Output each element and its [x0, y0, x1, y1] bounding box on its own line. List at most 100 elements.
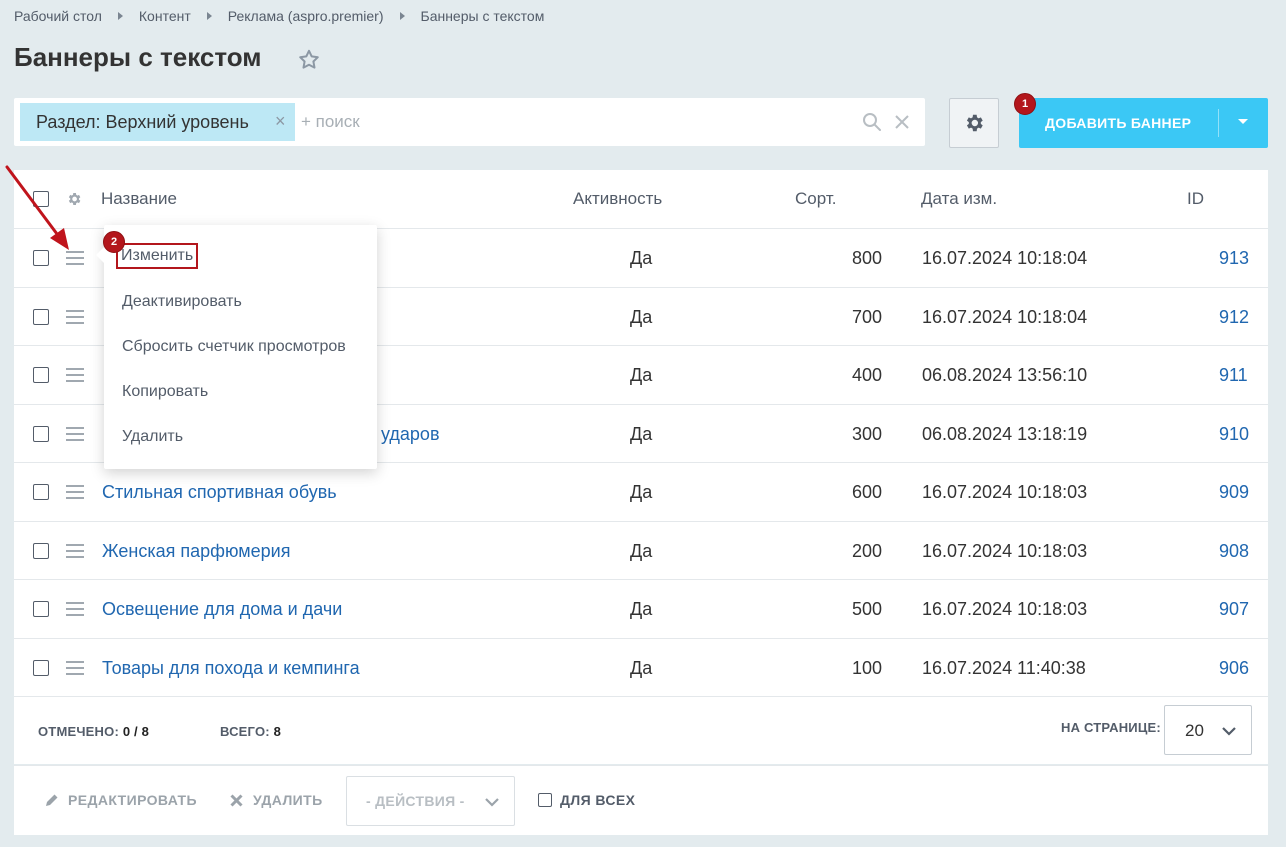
- row-checkbox[interactable]: [33, 601, 49, 617]
- row-id[interactable]: 909: [1219, 482, 1249, 503]
- row-sort: 600: [852, 482, 883, 502]
- breadcrumb-separator-icon: [117, 12, 123, 20]
- action-bar: РЕДАКТИРОВАТЬ УДАЛИТЬ - ДЕЙСТВИЯ - ДЛЯ В…: [14, 765, 1268, 835]
- search-input[interactable]: [301, 110, 841, 134]
- pencil-icon: [46, 794, 58, 806]
- row-name[interactable]: Товары для похода и кемпинга: [102, 658, 360, 679]
- table-row[interactable]: Товары для похода и кемпинга Да 100 16.0…: [14, 639, 1268, 697]
- chevron-down-icon[interactable]: [1238, 119, 1248, 124]
- breadcrumb-item-desktop[interactable]: Рабочий стол: [14, 8, 102, 24]
- edit-action-button[interactable]: РЕДАКТИРОВАТЬ: [45, 792, 197, 808]
- table-row[interactable]: Женская парфюмерия Да 200 16.07.2024 10:…: [14, 522, 1268, 580]
- row-name[interactable]: Женская парфюмерия: [102, 541, 290, 562]
- row-date: 16.07.2024 10:18:04: [922, 306, 1088, 327]
- close-icon: [230, 793, 243, 807]
- breadcrumb-item-content[interactable]: Контент: [139, 8, 191, 24]
- column-header-active[interactable]: Активность: [573, 189, 662, 209]
- row-name[interactable]: Освещение для дома и дачи: [102, 599, 342, 620]
- menu-item-copy[interactable]: Копировать: [122, 383, 208, 401]
- add-banner-label: ДОБАВИТЬ БАННЕР: [1045, 115, 1192, 131]
- chevron-down-icon: [485, 798, 499, 807]
- row-menu-icon[interactable]: [66, 426, 84, 441]
- row-date: 16.07.2024 10:18:04: [922, 248, 1088, 268]
- step-badge-2: 2: [103, 231, 125, 253]
- filter-bar: Раздел: Верхний уровень ×: [14, 98, 925, 146]
- filter-tag[interactable]: Раздел: Верхний уровень: [20, 103, 295, 141]
- actions-select-value: - ДЕЙСТВИЯ -: [366, 793, 465, 809]
- for-all-label: ДЛЯ ВСЕХ: [560, 792, 636, 808]
- row-checkbox[interactable]: [33, 367, 49, 383]
- menu-item-reset-counter[interactable]: Сбросить счетчик просмотров: [122, 338, 346, 356]
- per-page-value: 20: [1185, 721, 1204, 740]
- step-badge-1: 1: [1014, 93, 1036, 115]
- menu-item-edit[interactable]: Изменить: [116, 243, 199, 269]
- row-id[interactable]: 910: [1219, 424, 1249, 445]
- breadcrumb-separator-icon: [399, 12, 405, 20]
- actions-select[interactable]: - ДЕЙСТВИЯ -: [346, 776, 515, 826]
- column-header-sort[interactable]: Сорт.: [795, 189, 836, 209]
- row-id[interactable]: 908: [1219, 541, 1249, 562]
- column-header-date[interactable]: Дата изм.: [921, 189, 997, 209]
- row-checkbox[interactable]: [33, 659, 49, 676]
- row-name[interactable]: Стильная спортивная обувь: [102, 482, 337, 503]
- annotation-arrow-icon: [5, 165, 69, 250]
- settings-button[interactable]: [949, 98, 999, 148]
- add-banner-button[interactable]: ДОБАВИТЬ БАННЕР: [1019, 98, 1268, 148]
- menu-item-delete[interactable]: Удалить: [122, 428, 183, 446]
- breadcrumb-item-ads[interactable]: Реклама (aspro.premier): [228, 8, 384, 24]
- row-name[interactable]: ударов: [381, 424, 440, 445]
- row-active: Да: [630, 599, 653, 619]
- search-icon[interactable]: [862, 112, 882, 132]
- edit-action-label: РЕДАКТИРОВАТЬ: [68, 792, 197, 808]
- row-active: Да: [630, 365, 653, 385]
- row-menu-icon[interactable]: [66, 485, 84, 499]
- row-id[interactable]: 911: [1219, 365, 1248, 386]
- table-row[interactable]: Стильная спортивная обувь Да 600 16.07.2…: [14, 463, 1268, 522]
- clear-icon[interactable]: [894, 114, 910, 130]
- for-all-checkbox[interactable]: [538, 793, 552, 807]
- row-active: Да: [630, 423, 653, 444]
- table-row[interactable]: Освещение для дома и дачи Да 500 16.07.2…: [14, 580, 1268, 639]
- row-id[interactable]: 913: [1219, 248, 1249, 269]
- row-menu-icon[interactable]: [66, 602, 84, 616]
- breadcrumb-separator-icon: [206, 12, 212, 20]
- row-active: Да: [630, 306, 653, 327]
- total-count-value: 8: [273, 724, 282, 739]
- selected-count: ОТМЕЧЕНО: 0 / 8: [38, 724, 149, 739]
- row-date: 06.08.2024 13:18:19: [922, 423, 1088, 444]
- row-menu-icon[interactable]: [66, 309, 84, 324]
- column-header-name[interactable]: Название: [101, 189, 177, 209]
- row-id[interactable]: 912: [1219, 307, 1249, 328]
- row-checkbox[interactable]: [33, 425, 49, 442]
- row-menu-icon[interactable]: [66, 660, 84, 675]
- row-checkbox[interactable]: [33, 308, 49, 325]
- selected-count-value: 0 / 8: [122, 724, 150, 739]
- row-checkbox[interactable]: [33, 542, 49, 559]
- breadcrumb-item-current[interactable]: Баннеры с текстом: [421, 8, 545, 24]
- delete-action-button[interactable]: УДАЛИТЬ: [230, 792, 323, 808]
- row-checkbox[interactable]: [33, 484, 49, 500]
- row-sort: 700: [852, 306, 883, 327]
- for-all-toggle[interactable]: ДЛЯ ВСЕХ: [538, 792, 635, 808]
- star-icon[interactable]: [297, 48, 321, 72]
- row-sort: 400: [852, 365, 883, 385]
- row-context-menu: Изменить Деактивировать Сбросить счетчик…: [96, 225, 377, 469]
- per-page-select[interactable]: 20: [1164, 705, 1252, 755]
- row-menu-icon[interactable]: [66, 368, 84, 382]
- row-id[interactable]: 906: [1219, 658, 1249, 679]
- row-sort: 800: [852, 248, 883, 268]
- grid-footer: ОТМЕЧЕНО: 0 / 8 ВСЕГО: 8 НА СТРАНИЦЕ: 20: [14, 697, 1268, 764]
- menu-pointer: [96, 247, 104, 263]
- row-menu-icon[interactable]: [66, 543, 84, 558]
- add-banner-divider: [1218, 109, 1219, 137]
- filter-tag-close-icon[interactable]: ×: [275, 112, 286, 130]
- row-id[interactable]: 907: [1219, 599, 1249, 620]
- total-count-label: ВСЕГО:: [220, 724, 270, 739]
- row-active: Да: [630, 482, 653, 502]
- gear-icon: [966, 114, 983, 132]
- column-header-id[interactable]: ID: [1187, 189, 1204, 209]
- menu-item-deactivate[interactable]: Деактивировать: [122, 293, 242, 311]
- filter-tag-label: Раздел: Верхний уровень: [36, 111, 249, 132]
- row-sort: 300: [852, 423, 883, 444]
- row-active: Да: [630, 657, 653, 678]
